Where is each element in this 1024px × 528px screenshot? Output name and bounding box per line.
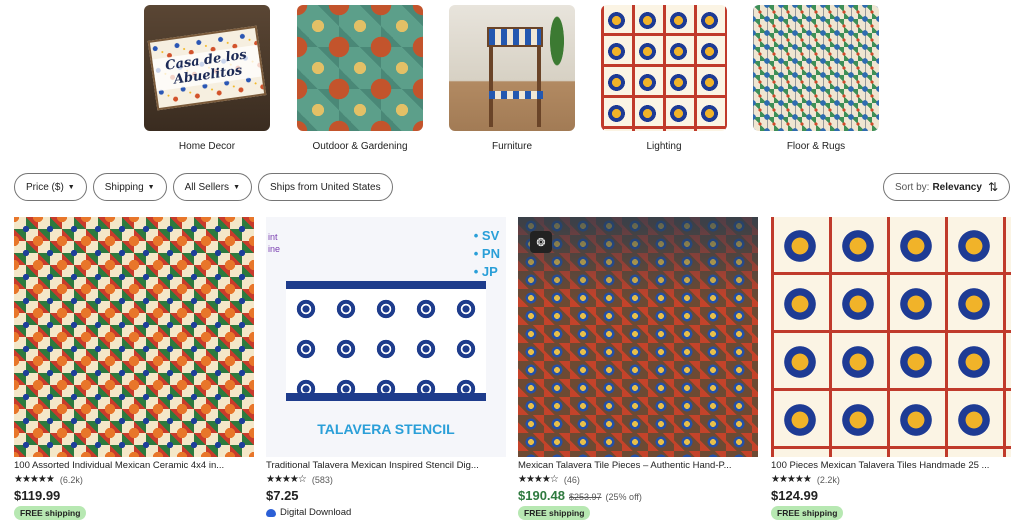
- category-image[interactable]: Casa de los Abuelitos: [144, 5, 270, 131]
- category-label[interactable]: Floor & Rugs: [753, 141, 879, 152]
- category-home-decor[interactable]: Casa de los Abuelitos Home Decor: [144, 5, 270, 152]
- stencil-pattern: [286, 281, 486, 401]
- category-label[interactable]: Lighting: [601, 141, 727, 152]
- category-carousel: Casa de los Abuelitos Home Decor Outdoor…: [0, 5, 1024, 155]
- listing-title[interactable]: Mexican Talavera Tile Pieces – Authentic…: [518, 460, 758, 471]
- star-rating-icon: ★★★★★: [14, 474, 55, 485]
- listing-image[interactable]: [771, 217, 1011, 457]
- listing-sale-price: $190.48: [518, 488, 565, 503]
- listing-price: $119.99: [14, 488, 61, 503]
- category-image[interactable]: [449, 5, 575, 131]
- sort-value: Relevancy: [932, 181, 982, 193]
- filter-price[interactable]: Price ($) ▼: [14, 173, 87, 201]
- listing-price-row: $7.25: [266, 488, 506, 503]
- listing-rating: ★★★★☆ (583): [266, 474, 506, 485]
- caret-down-icon: ▼: [67, 183, 75, 191]
- brand-watermark: int ine: [268, 232, 281, 254]
- listing-card[interactable]: int ine • SV • PN • JP TALAVERA STENCIL T…: [266, 217, 506, 518]
- listing-card[interactable]: ❂ Mexican Talavera Tile Pieces – Authent…: [518, 217, 758, 521]
- table-leg: [537, 47, 541, 127]
- cloud-download-icon: [266, 508, 276, 517]
- sign-artwork: Casa de los Abuelitos: [147, 25, 267, 111]
- star-rating-icon: ★★★★☆: [266, 474, 307, 485]
- category-outdoor-gardening[interactable]: Outdoor & Gardening: [297, 5, 423, 152]
- filter-label: All Sellers: [184, 181, 230, 193]
- digital-download: Digital Download: [266, 507, 506, 518]
- filter-label: Shipping: [104, 181, 144, 193]
- stencil-caption: TALAVERA STENCIL: [317, 421, 455, 437]
- category-label[interactable]: Furniture: [449, 141, 575, 152]
- listing-image[interactable]: [14, 217, 254, 457]
- format-list: • SV • PN • JP: [473, 228, 500, 279]
- brain-icon: ❂: [530, 231, 552, 253]
- table-shelf: [489, 91, 543, 99]
- filter-label: Price ($): [26, 181, 64, 193]
- download-label: Digital Download: [280, 507, 352, 518]
- listing-price-row: $190.48 $253.97 (25% off): [518, 488, 758, 503]
- listing-card[interactable]: 100 Pieces Mexican Talavera Tiles Handma…: [771, 217, 1011, 521]
- listing-price: $124.99: [771, 488, 818, 503]
- review-count: (6.2k): [59, 474, 83, 485]
- table-graphic: [487, 27, 543, 47]
- table-leg: [489, 47, 493, 127]
- caret-down-icon: ▼: [233, 183, 240, 191]
- listing-price: $7.25: [266, 488, 299, 503]
- caret-down-icon: ▼: [147, 183, 155, 191]
- sort-arrows-icon: ⇅: [987, 180, 998, 194]
- sign-text: Casa de los Abuelitos: [152, 44, 262, 92]
- category-label[interactable]: Home Decor: [144, 141, 270, 152]
- category-furniture[interactable]: Furniture: [449, 5, 575, 152]
- listing-price-row: $124.99: [771, 488, 1011, 503]
- review-count: (2.2k): [816, 474, 840, 485]
- category-label[interactable]: Outdoor & Gardening: [297, 141, 423, 152]
- listing-discount: (25% off): [605, 492, 642, 502]
- listing-title[interactable]: Traditional Talavera Mexican Inspired St…: [266, 460, 506, 471]
- category-lighting[interactable]: Lighting: [601, 5, 727, 152]
- filter-shipping[interactable]: Shipping ▼: [92, 173, 167, 201]
- listing-rating: ★★★★★ (6.2k): [14, 474, 254, 485]
- plant-graphic: [545, 13, 569, 83]
- free-shipping-badge: FREE shipping: [14, 506, 87, 520]
- listing-rating: ★★★★★ (2.2k): [771, 474, 1011, 485]
- listing-price-row: $119.99: [14, 488, 254, 503]
- free-shipping-badge: FREE shipping: [771, 506, 844, 520]
- filter-ships-from[interactable]: Ships from United States: [258, 173, 393, 201]
- category-image[interactable]: [753, 5, 879, 131]
- sort-button[interactable]: Sort by: Relevancy ⇅: [882, 173, 1010, 201]
- listing-image[interactable]: int ine • SV • PN • JP TALAVERA STENCIL: [266, 217, 506, 457]
- review-count: (46): [563, 474, 580, 485]
- free-shipping-badge: FREE shipping: [518, 506, 591, 520]
- listing-rating: ★★★★☆ (46): [518, 474, 758, 485]
- sort-prefix: Sort by:: [894, 181, 930, 193]
- filter-bar: Price ($) ▼ Shipping ▼ All Sellers ▼ Shi…: [14, 173, 393, 201]
- star-rating-icon: ★★★★☆: [518, 474, 559, 485]
- filter-label: Ships from United States: [270, 181, 381, 193]
- star-rating-icon: ★★★★★: [771, 474, 812, 485]
- category-image[interactable]: [297, 5, 423, 131]
- listing-card[interactable]: 100 Assorted Individual Mexican Ceramic …: [14, 217, 254, 521]
- listing-original-price: $253.97: [569, 492, 602, 502]
- listing-image[interactable]: ❂: [518, 217, 758, 457]
- category-floor-rugs[interactable]: Floor & Rugs: [753, 5, 879, 152]
- listing-title[interactable]: 100 Pieces Mexican Talavera Tiles Handma…: [771, 460, 1011, 471]
- listing-title[interactable]: 100 Assorted Individual Mexican Ceramic …: [14, 460, 254, 471]
- review-count: (583): [311, 474, 333, 485]
- filter-all-sellers[interactable]: All Sellers ▼: [172, 173, 252, 201]
- category-image[interactable]: [601, 5, 727, 131]
